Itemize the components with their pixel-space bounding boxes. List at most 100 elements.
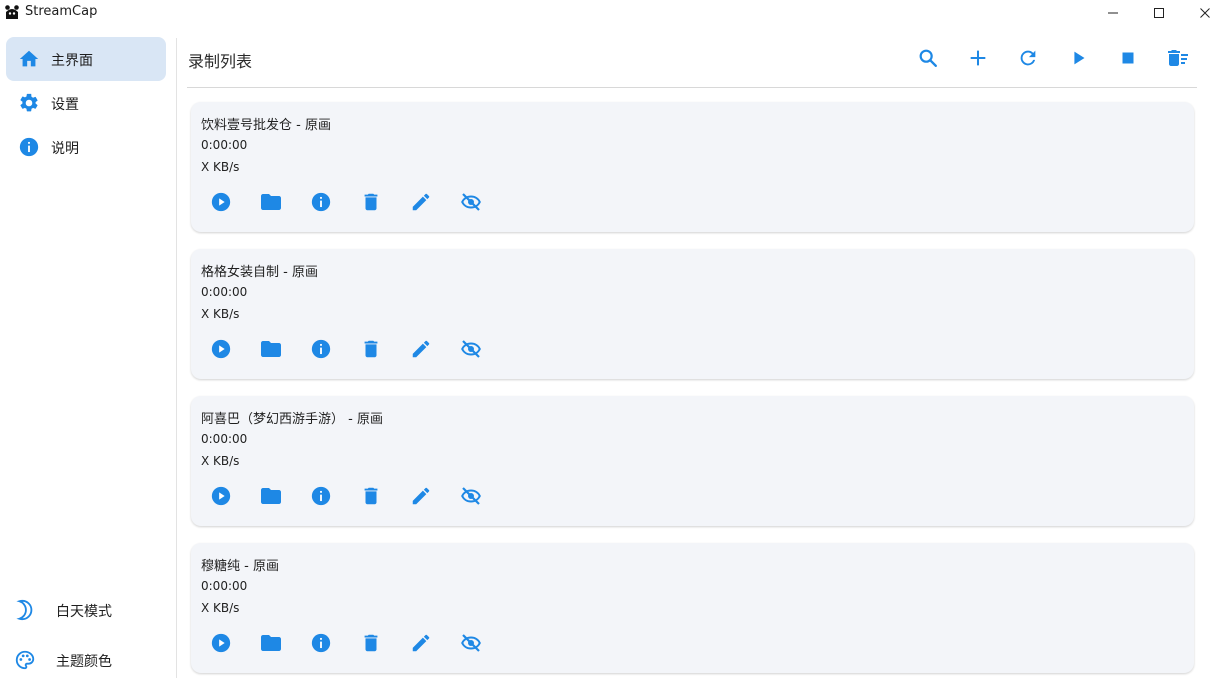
stop-icon (1122, 52, 1134, 64)
folder-icon (261, 635, 281, 651)
recording-card: 穆糖纯 - 原画 0:00:00 X KB/s (191, 543, 1194, 673)
edit-button[interactable] (407, 482, 435, 510)
info-button[interactable] (307, 482, 335, 510)
info-button[interactable] (307, 629, 335, 657)
open-folder-button[interactable] (257, 629, 285, 657)
play-circle-icon (211, 486, 231, 506)
play-circle-icon (211, 633, 231, 653)
palette-icon (14, 649, 36, 671)
add-recording-button[interactable] (964, 44, 992, 72)
hide-button[interactable] (457, 188, 485, 216)
search-icon (919, 49, 937, 67)
eye-off-icon (461, 487, 481, 505)
home-icon (18, 48, 40, 70)
info-icon (311, 486, 331, 506)
delete-button[interactable] (357, 482, 385, 510)
delete-button[interactable] (357, 335, 385, 363)
hide-button[interactable] (457, 335, 485, 363)
recording-speed: X KB/s (201, 454, 240, 468)
info-icon (311, 339, 331, 359)
start-all-button[interactable] (1065, 44, 1093, 72)
recording-duration: 0:00:00 (201, 285, 248, 299)
pencil-icon (412, 634, 430, 652)
recording-speed: X KB/s (201, 601, 240, 615)
delete-sweep-icon (1168, 50, 1188, 66)
info-button[interactable] (307, 335, 335, 363)
hide-button[interactable] (457, 482, 485, 510)
edit-button[interactable] (407, 335, 435, 363)
hide-button[interactable] (457, 629, 485, 657)
close-icon (1200, 8, 1210, 18)
preview-button[interactable] (207, 188, 235, 216)
folder-icon (261, 488, 281, 504)
recording-card: 饮料壹号批发仓 - 原画 0:00:00 X KB/s (191, 102, 1194, 232)
recording-duration: 0:00:00 (201, 432, 248, 446)
sidebar-item-home[interactable]: 主界面 (6, 37, 166, 81)
theme-color-label: 主题颜色 (56, 654, 112, 670)
stop-all-button[interactable] (1114, 44, 1142, 72)
recording-duration: 0:00:00 (201, 138, 248, 152)
folder-icon (261, 194, 281, 210)
header-divider (187, 87, 1197, 88)
recording-title: 饮料壹号批发仓 - 原画 (201, 118, 331, 133)
maximize-button[interactable] (1136, 0, 1182, 26)
eye-off-icon (461, 193, 481, 211)
moon-icon (14, 599, 36, 621)
trash-icon (364, 193, 378, 211)
info-icon (18, 136, 40, 158)
pencil-icon (412, 193, 430, 211)
edit-button[interactable] (407, 188, 435, 216)
play-circle-icon (211, 339, 231, 359)
close-button[interactable] (1182, 0, 1227, 26)
pencil-icon (412, 340, 430, 358)
folder-icon (261, 341, 281, 357)
sidebar-item-label: 主界面 (51, 53, 93, 69)
recording-card: 阿喜巴（梦幻西游手游） - 原画 0:00:00 X KB/s (191, 396, 1194, 526)
sidebar-item-settings[interactable]: 设置 (6, 81, 166, 125)
preview-button[interactable] (207, 629, 235, 657)
plus-icon (970, 50, 986, 66)
recording-title: 格格女装自制 - 原画 (201, 265, 318, 280)
minimize-button[interactable] (1090, 0, 1136, 26)
sidebar: 主界面 设置 说明 白天模式 主题颜色 (0, 26, 176, 686)
preview-button[interactable] (207, 335, 235, 363)
day-mode-label: 白天模式 (56, 604, 112, 620)
open-folder-button[interactable] (257, 482, 285, 510)
refresh-button[interactable] (1014, 44, 1042, 72)
recording-title: 穆糖纯 - 原画 (201, 559, 279, 574)
delete-all-button[interactable] (1164, 44, 1192, 72)
edit-button[interactable] (407, 629, 435, 657)
info-icon (311, 633, 331, 653)
gear-icon (18, 92, 40, 114)
play-icon (1074, 51, 1085, 65)
trash-icon (364, 634, 378, 652)
sidebar-divider (176, 38, 177, 678)
trash-icon (364, 487, 378, 505)
delete-button[interactable] (357, 188, 385, 216)
search-button[interactable] (914, 44, 942, 72)
trash-icon (364, 340, 378, 358)
app-logo-icon (4, 4, 20, 20)
sidebar-item-label: 设置 (51, 97, 79, 113)
sidebar-item-label: 说明 (51, 141, 79, 157)
info-icon (311, 192, 331, 212)
open-folder-button[interactable] (257, 188, 285, 216)
maximize-icon (1154, 8, 1164, 18)
pencil-icon (412, 487, 430, 505)
sidebar-item-help[interactable]: 说明 (6, 125, 166, 169)
recording-speed: X KB/s (201, 307, 240, 321)
play-circle-icon (211, 192, 231, 212)
eye-off-icon (461, 634, 481, 652)
minimize-icon (1108, 12, 1118, 14)
delete-button[interactable] (357, 629, 385, 657)
window-title: StreamCap (25, 4, 98, 19)
open-folder-button[interactable] (257, 335, 285, 363)
title-bar: StreamCap (0, 0, 1227, 26)
recording-duration: 0:00:00 (201, 579, 248, 593)
page-title: 录制列表 (188, 52, 253, 71)
app-window: StreamCap 主界面 设置 说明 白天模式 主题颜色 录制列表 饮料壹号批… (0, 0, 1227, 686)
info-button[interactable] (307, 188, 335, 216)
preview-button[interactable] (207, 482, 235, 510)
recording-speed: X KB/s (201, 160, 240, 174)
recording-title: 阿喜巴（梦幻西游手游） - 原画 (201, 412, 383, 427)
